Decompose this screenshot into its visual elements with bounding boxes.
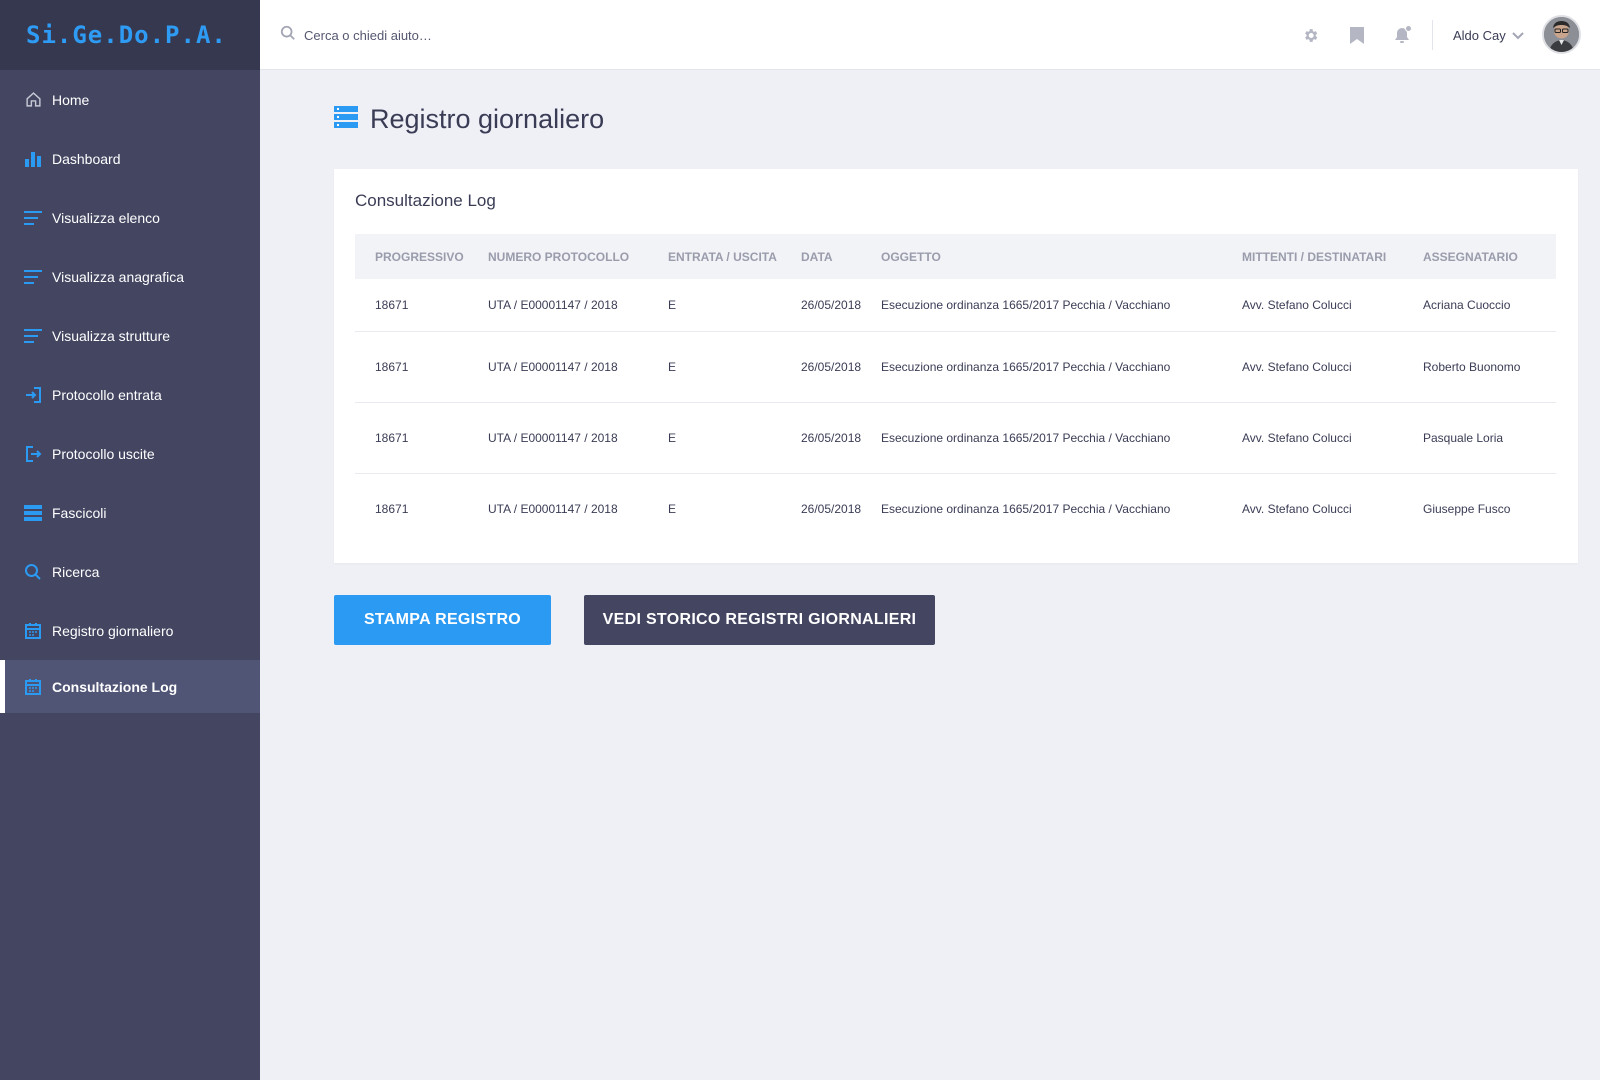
- cell-oggetto: Esecuzione ordinanza 1665/2017 Pecchia /…: [881, 501, 1171, 516]
- sidebar-item-fascicoli[interactable]: Fascicoli: [0, 483, 260, 542]
- cell-oggetto: Esecuzione ordinanza 1665/2017 Pecchia /…: [881, 430, 1171, 445]
- sidebar-item-label: Dashboard: [52, 150, 121, 167]
- list-icon: [24, 209, 42, 227]
- cell-progressivo: 18671: [375, 501, 409, 516]
- cell-progressivo: 18671: [375, 359, 409, 374]
- bell-icon[interactable]: [1393, 25, 1413, 45]
- sidebar-item-visualizza-strutture[interactable]: Visualizza strutture: [0, 306, 260, 365]
- bookmark-icon[interactable]: [1347, 25, 1367, 45]
- sidebar-item-consultazione-log[interactable]: Consultazione Log: [0, 660, 260, 713]
- sidebar-item-label: Visualizza strutture: [52, 327, 171, 344]
- cell-oggetto: Esecuzione ordinanza 1665/2017 Pecchia /…: [881, 297, 1171, 312]
- cell-mittenti: Avv. Stefano Colucci: [1242, 359, 1352, 374]
- sidebar-item-protocollo-uscite[interactable]: Protocollo uscite: [0, 424, 260, 483]
- column-header[interactable]: Mittenti / Destinatari: [1242, 234, 1423, 279]
- column-header[interactable]: Progressivo: [355, 234, 488, 279]
- search-bar: [280, 25, 564, 46]
- search-icon: [24, 563, 42, 581]
- cell-assegnatario: Giuseppe Fusco: [1423, 501, 1511, 516]
- sidebar-item-visualizza-elenco[interactable]: Visualizza elenco: [0, 188, 260, 247]
- log-card: Consultazione Log Progressivo Numero Pro…: [334, 169, 1578, 563]
- cell-entrata-uscita: E: [668, 501, 677, 516]
- cell-oggetto: Esecuzione ordinanza 1665/2017 Pecchia /…: [881, 359, 1171, 374]
- user-name[interactable]: Aldo Cay: [1453, 28, 1506, 43]
- sidebar-item-label: Protocollo entrata: [52, 386, 162, 403]
- cell-mittenti: Avv. Stefano Colucci: [1242, 501, 1352, 516]
- sidebar-item-label: Home: [52, 91, 90, 108]
- sidebar-item-protocollo-entrata[interactable]: Protocollo entrata: [0, 365, 260, 424]
- view-history-button[interactable]: VEDI STORICO REGISTRI GIORNALIERI: [584, 595, 935, 645]
- calendar-icon: [24, 622, 42, 640]
- cell-numero-protocollo: UTA / E00001147 / 2018: [488, 430, 618, 445]
- cell-numero-protocollo: UTA / E00001147 / 2018: [488, 359, 618, 374]
- cell-entrata-uscita: E: [668, 430, 677, 445]
- table-row[interactable]: 18671 UTA / E00001147 / 2018 E 26/05/201…: [355, 473, 1556, 544]
- home-icon: [24, 91, 42, 109]
- cell-mittenti: Avv. Stefano Colucci: [1242, 297, 1352, 312]
- sidebar-nav: Home Dashboard Visualizza elenco Visuali…: [0, 70, 260, 713]
- cell-entrata-uscita: E: [668, 359, 677, 374]
- sidebar-item-label: Ricerca: [52, 563, 100, 580]
- server-stack-icon: [334, 105, 358, 134]
- chevron-down-icon[interactable]: [1508, 26, 1528, 46]
- sidebar-item-label: Fascicoli: [52, 504, 107, 521]
- column-header[interactable]: Assegnatario: [1423, 234, 1556, 279]
- list-icon: [24, 327, 42, 345]
- cell-assegnatario: Acriana Cuoccio: [1423, 297, 1511, 312]
- column-header[interactable]: Oggetto: [881, 234, 1242, 279]
- cell-progressivo: 18671: [375, 430, 409, 445]
- cell-numero-protocollo: UTA / E00001147 / 2018: [488, 297, 618, 312]
- bar-chart-icon: [24, 150, 42, 168]
- cell-assegnatario: Pasquale Loria: [1423, 430, 1504, 445]
- table-row[interactable]: 18671 UTA / E00001147 / 2018 E 26/05/201…: [355, 331, 1556, 402]
- page-title: Registro giornaliero: [370, 104, 605, 134]
- search-input[interactable]: [304, 28, 564, 43]
- table-row[interactable]: 18671 UTA / E00001147 / 2018 E 26/05/201…: [355, 402, 1556, 473]
- sidebar-item-label: Visualizza anagrafica: [52, 268, 185, 285]
- header-divider: [1432, 20, 1433, 50]
- sidebar-item-registro-giornaliero[interactable]: Registro giornaliero: [0, 601, 260, 660]
- table-header-row: Progressivo Numero Protocollo Entrata / …: [355, 234, 1556, 279]
- cell-data: 26/05/2018: [801, 297, 862, 312]
- sidebar-item-dashboard[interactable]: Dashboard: [0, 129, 260, 188]
- calendar-icon: [24, 678, 42, 696]
- logo-bar: Si.Ge.Do.P.A.: [0, 0, 260, 70]
- top-header: Aldo Cay: [260, 0, 1600, 70]
- sidebar: Si.Ge.Do.P.A. Home Dashboard Visualizza …: [0, 0, 260, 1080]
- sign-in-icon: [24, 386, 42, 404]
- column-header[interactable]: Data: [801, 234, 881, 279]
- column-header[interactable]: Numero Protocollo: [488, 234, 668, 279]
- gear-icon[interactable]: [1300, 25, 1320, 45]
- sidebar-item-label: Protocollo uscite: [52, 445, 155, 462]
- avatar[interactable]: [1542, 15, 1581, 54]
- list-icon: [24, 268, 42, 286]
- sidebar-item-home[interactable]: Home: [0, 70, 260, 129]
- cell-data: 26/05/2018: [801, 430, 862, 445]
- sidebar-item-ricerca[interactable]: Ricerca: [0, 542, 260, 601]
- cell-numero-protocollo: UTA / E00001147 / 2018: [488, 501, 618, 516]
- sidebar-item-label: Registro giornaliero: [52, 622, 174, 639]
- sidebar-item-visualizza-anagrafica[interactable]: Visualizza anagrafica: [0, 247, 260, 306]
- column-header[interactable]: Entrata / Uscita: [668, 234, 801, 279]
- app-logo[interactable]: Si.Ge.Do.P.A.: [26, 21, 227, 49]
- server-stack-icon: [24, 504, 42, 522]
- cell-assegnatario: Roberto Buonomo: [1423, 359, 1521, 374]
- card-title: Consultazione Log: [355, 191, 496, 210]
- cell-mittenti: Avv. Stefano Colucci: [1242, 430, 1352, 445]
- sidebar-item-label: Consultazione Log: [52, 678, 178, 695]
- table-row[interactable]: 18671 UTA / E00001147 / 2018 E 26/05/201…: [355, 279, 1556, 331]
- search-icon: [280, 25, 296, 46]
- cell-data: 26/05/2018: [801, 501, 862, 516]
- print-register-button[interactable]: STAMPA REGISTRO: [334, 595, 551, 645]
- cell-progressivo: 18671: [375, 297, 409, 312]
- sidebar-item-label: Visualizza elenco: [52, 209, 160, 226]
- sign-out-icon: [24, 445, 42, 463]
- cell-data: 26/05/2018: [801, 359, 862, 374]
- cell-entrata-uscita: E: [668, 297, 677, 312]
- page-title-wrap: Registro giornaliero: [334, 104, 604, 135]
- log-table: Progressivo Numero Protocollo Entrata / …: [355, 234, 1556, 544]
